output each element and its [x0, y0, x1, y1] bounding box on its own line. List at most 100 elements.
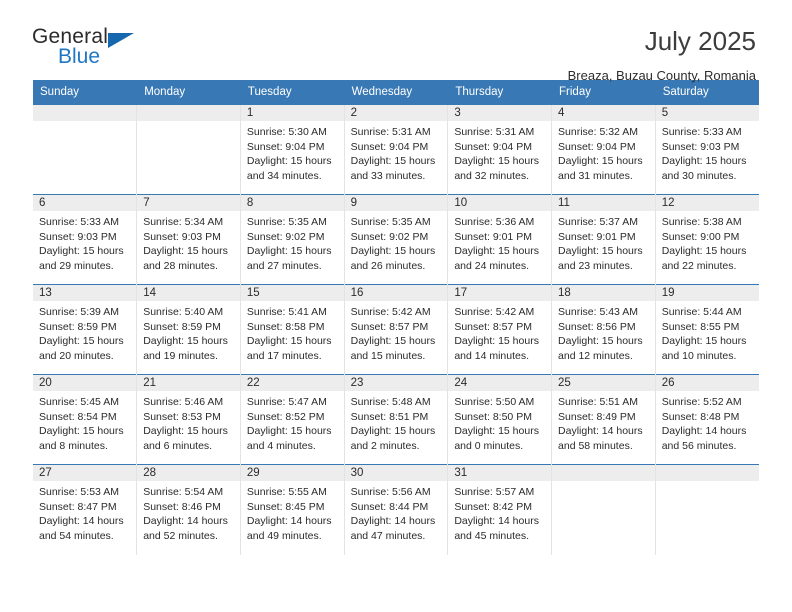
calendar-week-row: 6 Sunrise: 5:33 AM Sunset: 9:03 PM Daylight…: [33, 194, 759, 285]
sunset-text: Sunset: 8:56 PM: [558, 320, 636, 333]
daylight-text-cont: and 32 minutes.: [454, 169, 530, 182]
calendar-day-cell[interactable]: 20 Sunrise: 5:45 AM Sunset: 8:54 PM Dayligh…: [33, 374, 138, 465]
calendar-day-cell[interactable]: 26 Sunrise: 5:52 AM Sunset: 8:48 PM Dayligh…: [655, 374, 759, 465]
calendar-day-cell[interactable]: 17 Sunrise: 5:42 AM Sunset: 8:57 PM Dayligh…: [447, 284, 553, 375]
daylight-text-cont: and 10 minutes.: [661, 349, 737, 362]
day-number: 18: [552, 285, 655, 301]
calendar-day-cell[interactable]: 25 Sunrise: 5:51 AM Sunset: 8:49 PM Dayligh…: [551, 374, 656, 465]
sunset-text: Sunset: 9:04 PM: [558, 140, 636, 153]
calendar-day-cell[interactable]: 13 Sunrise: 5:39 AM Sunset: 8:59 PM Dayligh…: [33, 284, 138, 375]
weekday-header-wednesday: Wednesday: [344, 80, 449, 105]
calendar-day-cell[interactable]: 31 Sunrise: 5:57 AM Sunset: 8:42 PM Dayligh…: [447, 464, 553, 555]
day-number: 11: [552, 195, 655, 211]
daylight-text: Daylight: 15 hours: [39, 245, 124, 258]
calendar-day-cell[interactable]: 11 Sunrise: 5:37 AM Sunset: 9:01 PM Dayligh…: [551, 194, 656, 285]
daylight-text: Daylight: 15 hours: [558, 245, 643, 258]
calendar-day-cell[interactable]: 23 Sunrise: 5:48 AM Sunset: 8:51 PM Dayligh…: [344, 374, 449, 465]
brand-logo[interactable]: General Blue: [32, 26, 152, 74]
calendar-day-cell[interactable]: 14 Sunrise: 5:40 AM Sunset: 8:59 PM Dayligh…: [136, 284, 241, 375]
calendar-day-cell[interactable]: 1 Sunrise: 5:30 AM Sunset: 9:04 PM Daylight…: [240, 104, 345, 195]
day-details: Sunrise: 5:35 AM Sunset: 9:02 PM Daylight:…: [241, 211, 344, 273]
calendar-day-cell[interactable]: 5 Sunrise: 5:33 AM Sunset: 9:03 PM Daylight…: [655, 104, 759, 195]
day-number: 4: [552, 105, 655, 121]
calendar-day-cell[interactable]: 4 Sunrise: 5:32 AM Sunset: 9:04 PM Daylight…: [551, 104, 656, 195]
sunset-text: Sunset: 8:45 PM: [246, 500, 325, 513]
calendar-day-cell[interactable]: 24 Sunrise: 5:50 AM Sunset: 8:50 PM Dayligh…: [447, 374, 553, 465]
day-number: 31: [448, 465, 552, 481]
daylight-text: Daylight: 15 hours: [661, 155, 747, 168]
sunset-text: Sunset: 8:59 PM: [143, 320, 221, 333]
daylight-text: Daylight: 15 hours: [143, 335, 228, 348]
daylight-text: Daylight: 14 hours: [143, 515, 228, 528]
calendar-day-cell[interactable]: 8 Sunrise: 5:35 AM Sunset: 9:02 PM Daylight…: [240, 194, 345, 285]
calendar-day-cell[interactable]: 28 Sunrise: 5:54 AM Sunset: 8:46 PM Dayligh…: [136, 464, 241, 555]
day-number: 5: [655, 105, 759, 121]
sunset-text: Sunset: 9:01 PM: [558, 230, 636, 243]
sunrise-text: Sunrise: 5:55 AM: [246, 486, 327, 498]
calendar-day-cell[interactable]: 6 Sunrise: 5:33 AM Sunset: 9:03 PM Daylight…: [33, 194, 138, 285]
title-block: July 2025 Breaza, Buzau County, Romania: [568, 26, 756, 84]
calendar-day-cell[interactable]: 30 Sunrise: 5:56 AM Sunset: 8:44 PM Dayligh…: [344, 464, 449, 555]
sunrise-text: Sunrise: 5:52 AM: [661, 396, 742, 408]
daylight-text-cont: and 0 minutes.: [454, 439, 524, 452]
sunrise-text: Sunrise: 5:43 AM: [558, 306, 638, 318]
day-details: [552, 481, 655, 485]
day-details: Sunrise: 5:42 AM Sunset: 8:57 PM Daylight:…: [448, 301, 551, 363]
sunrise-text: Sunrise: 5:33 AM: [661, 126, 742, 138]
calendar-day-cell[interactable]: 16 Sunrise: 5:42 AM Sunset: 8:57 PM Dayligh…: [344, 284, 449, 375]
weekday-header-sunday: Sunday: [33, 80, 138, 105]
weekday-header-thursday: Thursday: [447, 80, 553, 105]
daylight-text-cont: and 45 minutes.: [454, 529, 530, 542]
calendar-day-cell-empty: [551, 464, 656, 555]
day-number: [655, 465, 759, 481]
daylight-text-cont: and 4 minutes.: [246, 439, 316, 452]
day-details: Sunrise: 5:48 AM Sunset: 8:51 PM Daylight:…: [345, 391, 448, 453]
sunrise-text: Sunrise: 5:31 AM: [454, 126, 535, 138]
calendar-day-cell[interactable]: 12 Sunrise: 5:38 AM Sunset: 9:00 PM Dayligh…: [655, 194, 759, 285]
daylight-text-cont: and 20 minutes.: [39, 349, 114, 362]
day-details: Sunrise: 5:50 AM Sunset: 8:50 PM Daylight:…: [448, 391, 551, 453]
day-details: Sunrise: 5:51 AM Sunset: 8:49 PM Daylight:…: [552, 391, 655, 453]
sunset-text: Sunset: 9:01 PM: [454, 230, 532, 243]
daylight-text-cont: and 54 minutes.: [39, 529, 114, 542]
sunrise-text: Sunrise: 5:56 AM: [350, 486, 431, 498]
daylight-text: Daylight: 15 hours: [454, 335, 539, 348]
sunrise-text: Sunrise: 5:39 AM: [39, 306, 119, 318]
calendar-day-cell[interactable]: 19 Sunrise: 5:44 AM Sunset: 8:55 PM Dayligh…: [655, 284, 759, 375]
daylight-text: Daylight: 15 hours: [454, 155, 539, 168]
calendar-day-cell[interactable]: 2 Sunrise: 5:31 AM Sunset: 9:04 PM Daylight…: [344, 104, 449, 195]
calendar-body: 1 Sunrise: 5:30 AM Sunset: 9:04 PM Daylight…: [33, 104, 759, 555]
calendar-day-cell[interactable]: 22 Sunrise: 5:47 AM Sunset: 8:52 PM Dayligh…: [240, 374, 345, 465]
calendar-day-cell[interactable]: 15 Sunrise: 5:41 AM Sunset: 8:58 PM Dayligh…: [240, 284, 345, 375]
daylight-text: Daylight: 15 hours: [246, 245, 332, 258]
calendar-day-cell[interactable]: 3 Sunrise: 5:31 AM Sunset: 9:04 PM Daylight…: [447, 104, 553, 195]
day-number: 3: [448, 105, 552, 121]
daylight-text-cont: and 8 minutes.: [39, 439, 108, 452]
calendar-day-cell[interactable]: 18 Sunrise: 5:43 AM Sunset: 8:56 PM Dayligh…: [551, 284, 656, 375]
daylight-text: Daylight: 14 hours: [661, 425, 747, 438]
day-number: 19: [655, 285, 759, 301]
day-details: Sunrise: 5:47 AM Sunset: 8:52 PM Daylight:…: [241, 391, 344, 453]
day-number: 1: [240, 105, 344, 121]
sunset-text: Sunset: 8:42 PM: [454, 500, 532, 513]
calendar-day-cell[interactable]: 9 Sunrise: 5:35 AM Sunset: 9:02 PM Daylight…: [344, 194, 449, 285]
daylight-text: Daylight: 15 hours: [661, 245, 747, 258]
calendar-day-cell[interactable]: 7 Sunrise: 5:34 AM Sunset: 9:03 PM Daylight…: [136, 194, 241, 285]
calendar-day-cell[interactable]: 10 Sunrise: 5:36 AM Sunset: 9:01 PM Dayligh…: [447, 194, 553, 285]
sunset-text: Sunset: 8:48 PM: [661, 410, 740, 423]
sunrise-text: Sunrise: 5:50 AM: [454, 396, 535, 408]
calendar-day-cell[interactable]: 29 Sunrise: 5:55 AM Sunset: 8:45 PM Dayligh…: [240, 464, 345, 555]
sunset-text: Sunset: 9:00 PM: [661, 230, 740, 243]
calendar-day-cell[interactable]: 27 Sunrise: 5:53 AM Sunset: 8:47 PM Dayligh…: [33, 464, 138, 555]
day-details: Sunrise: 5:36 AM Sunset: 9:01 PM Daylight:…: [448, 211, 551, 273]
daylight-text: Daylight: 15 hours: [350, 335, 436, 348]
day-details: Sunrise: 5:34 AM Sunset: 9:03 PM Daylight:…: [137, 211, 240, 273]
day-number: 9: [344, 195, 448, 211]
sunset-text: Sunset: 8:55 PM: [661, 320, 740, 333]
day-number: 20: [33, 375, 137, 391]
calendar-day-cell[interactable]: 21 Sunrise: 5:46 AM Sunset: 8:53 PM Dayligh…: [136, 374, 241, 465]
day-number: 15: [240, 285, 344, 301]
day-details: Sunrise: 5:53 AM Sunset: 8:47 PM Daylight:…: [33, 481, 136, 543]
daylight-text: Daylight: 15 hours: [350, 245, 436, 258]
daylight-text: Daylight: 15 hours: [661, 335, 747, 348]
